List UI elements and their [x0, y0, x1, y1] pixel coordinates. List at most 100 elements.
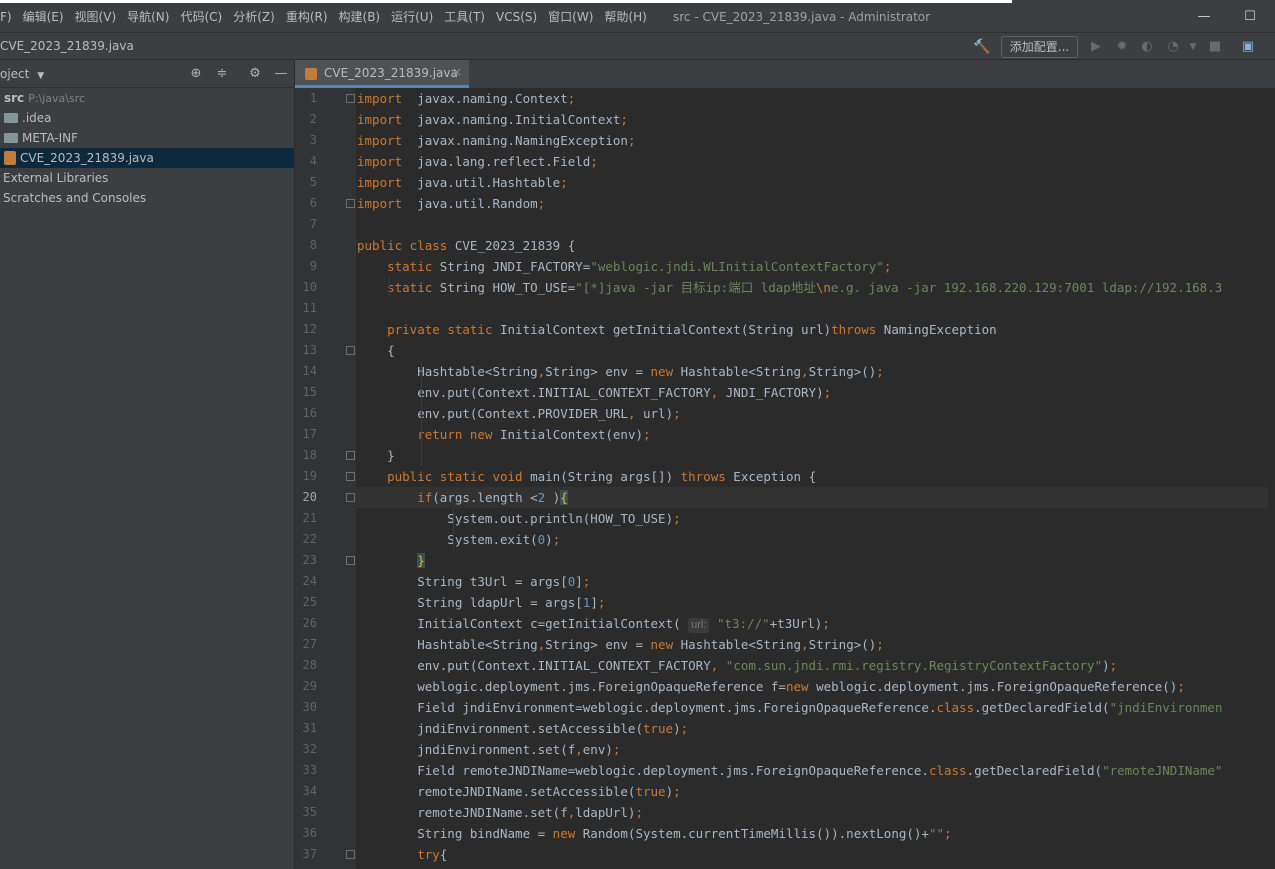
code-line: static String JNDI_FACTORY="weblogic.jnd… [357, 256, 891, 277]
profile-icon[interactable]: ◔ [1163, 37, 1183, 57]
menu-item[interactable]: 编辑(E) [12, 3, 64, 32]
code-token: currentTimeMillis [688, 826, 817, 841]
menu-item[interactable]: 视图(V) [64, 3, 117, 32]
tab-cve-2023-21839[interactable]: CVE_2023_21839.java × [295, 60, 469, 88]
tree-item-scratches[interactable]: Scratches and Consoles [0, 188, 294, 208]
tree-item-label: Scratches and Consoles [3, 191, 147, 205]
locate-icon[interactable]: ⊕ [187, 65, 205, 83]
code-token: new [785, 679, 809, 694]
code-token: jndiEnvironment.setAccessible( [357, 721, 643, 736]
code-token: throws [680, 469, 726, 484]
code-token: INITIAL_CONTEXT_FACTORY [537, 385, 711, 400]
tree-item-external-libraries[interactable]: External Libraries [0, 168, 294, 188]
menu-item[interactable]: 帮助(H) [593, 3, 646, 32]
menu-item[interactable]: VCS(S) [485, 3, 537, 32]
chevron-down-icon[interactable]: ▼ [1183, 37, 1203, 57]
code-token: System. [357, 511, 500, 526]
code-line: import javax.naming.Context; [357, 88, 575, 109]
code-line: import java.util.Hashtable; [357, 172, 568, 193]
menu-item[interactable]: 运行(U) [380, 3, 433, 32]
code-token: import [357, 154, 403, 169]
code-token: out [500, 511, 523, 526]
code-token: ; [823, 385, 832, 400]
code-token: ; [673, 784, 681, 799]
coverage-icon[interactable]: ◐ [1137, 37, 1157, 57]
close-icon[interactable]: × [452, 65, 462, 79]
tree-item-java-file[interactable]: CVE_2023_21839.java [0, 148, 294, 168]
line-number: 28 [302, 658, 317, 672]
code-token: remoteJNDIName.set(f [357, 805, 568, 820]
code-token: import [357, 175, 403, 190]
build-icon[interactable]: 🔨 [972, 37, 992, 57]
code-token: class [936, 700, 975, 715]
menu-list: F) 编辑(E) 视图(V) 导航(N) 代码(C) 分析(Z) 重构(R) 构建(B) 运行(… [0, 3, 647, 32]
run-icon[interactable]: ▶ [1086, 37, 1106, 57]
code-token: ldapUrl) [575, 805, 636, 820]
code-token: ; [560, 175, 568, 190]
fold-marker-icon[interactable] [346, 94, 355, 103]
add-configuration-button[interactable]: 添加配置... [1001, 36, 1078, 58]
code-line: Hashtable<String, String> env = new Hasht… [357, 361, 884, 382]
fold-marker-icon[interactable] [346, 850, 355, 859]
menu-item[interactable]: 代码(C) [169, 3, 222, 32]
java-file-icon [305, 68, 317, 80]
menu-item[interactable]: 构建(B) [328, 3, 381, 32]
minimize-button[interactable]: — [1181, 3, 1227, 31]
fold-marker-icon[interactable] [346, 451, 355, 460]
code-token: if [417, 490, 433, 505]
menu-item[interactable]: 导航(N) [116, 3, 169, 32]
line-number: 15 [302, 385, 317, 399]
fold-marker-icon[interactable] [346, 556, 355, 565]
maximize-button[interactable]: ☐ [1227, 3, 1273, 31]
editor-scrollbar[interactable] [1268, 88, 1275, 869]
code-token: ; [597, 595, 606, 610]
code-token: private static [387, 322, 493, 337]
stop-icon[interactable]: ■ [1205, 37, 1225, 57]
collapse-all-icon[interactable]: ≑ [213, 65, 231, 83]
code-token: ; [680, 721, 689, 736]
code-line: jndiEnvironment.setAccessible(true); [357, 718, 688, 739]
tree-item-meta-inf[interactable]: META-INF [0, 128, 294, 148]
code-token: "" [928, 826, 945, 841]
code-token: true [635, 784, 666, 799]
fold-marker-icon[interactable] [346, 493, 355, 502]
fold-marker-icon[interactable] [346, 346, 355, 355]
debug-icon[interactable]: ✹ [1112, 37, 1132, 57]
tree-item-label: .idea [22, 111, 52, 125]
line-number: 5 [309, 175, 317, 189]
line-number: 1 [309, 91, 317, 105]
menu-item[interactable]: F) [0, 3, 12, 32]
code-line: weblogic.deployment.jms.ForeignOpaqueRef… [357, 676, 1185, 697]
code-line: try{ [357, 844, 447, 865]
fold-marker-icon[interactable] [346, 472, 355, 481]
code-token: INITIAL_CONTEXT_FACTORY [537, 658, 711, 673]
breadcrumb[interactable]: CVE_2023_21839.java [0, 39, 134, 53]
code-token: java.util.Random [402, 196, 538, 211]
code-token: ()).nextLong()+ [816, 826, 929, 841]
tree-item-idea[interactable]: .idea [0, 108, 294, 128]
code-line: env.put(Context.PROVIDER_URL, url); [357, 403, 680, 424]
fold-marker-icon[interactable] [346, 199, 355, 208]
menu-item[interactable]: 窗口(W) [537, 3, 593, 32]
menu-item[interactable]: 分析(Z) [222, 3, 275, 32]
project-view-selector[interactable]: oject ▼ [0, 67, 44, 81]
code-token: class [928, 763, 967, 778]
code-token: weblogic.deployment.jms.ForeignOpaqueRef… [357, 679, 786, 694]
tree-item-label: src [4, 91, 25, 105]
menu-item[interactable]: 重构(R) [275, 3, 328, 32]
line-number: 29 [302, 679, 317, 693]
tree-item-src[interactable]: src P:\java\src [0, 88, 294, 108]
code-editor[interactable]: import javax.naming.Context; import javax… [356, 88, 1275, 869]
code-token: { [439, 847, 448, 862]
hide-icon[interactable]: — [272, 65, 290, 83]
line-number: 18 [302, 448, 317, 462]
gear-icon[interactable]: ⚙ [246, 65, 264, 83]
code-token: ( [530, 532, 538, 547]
code-line: } [357, 550, 425, 571]
menu-item[interactable]: 工具(T) [433, 3, 485, 32]
line-number: 4 [309, 154, 317, 168]
project-structure-icon[interactable]: ▣ [1238, 37, 1258, 57]
code-token: String> env = [545, 364, 651, 379]
